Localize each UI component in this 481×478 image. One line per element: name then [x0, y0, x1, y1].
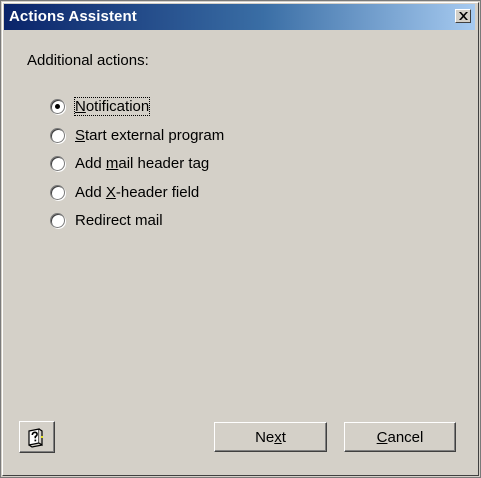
radio-label-add-mail-header-tag: Add mail header tag — [75, 154, 210, 172]
title-bar[interactable]: Actions Assistent — [4, 4, 475, 30]
cancel-button[interactable]: Cancel — [344, 422, 456, 452]
radio-button[interactable] — [50, 127, 65, 143]
radio-button[interactable] — [50, 184, 65, 200]
radio-notification[interactable]: Notification — [50, 95, 151, 117]
radio-start-external-program[interactable]: Start external program — [50, 124, 224, 146]
radio-button[interactable] — [50, 212, 65, 228]
radio-add-x-header-field[interactable]: Add X-header field — [50, 181, 199, 203]
radio-label-add-x-header-field: Add X-header field — [75, 183, 200, 201]
cancel-button-label: Cancel — [376, 428, 424, 446]
radio-redirect-mail[interactable]: Redirect mail — [50, 209, 163, 231]
help-book-icon — [28, 428, 43, 448]
radio-label-redirect-mail: Redirect mail — [75, 211, 163, 229]
dialog-window: Actions Assistent Additional actions: No… — [0, 0, 481, 478]
additional-actions-label: Additional actions: — [27, 52, 149, 69]
next-button[interactable]: Next — [214, 422, 327, 452]
radio-add-mail-header-tag[interactable]: Add mail header tag — [50, 152, 209, 174]
radio-label-start-external-program: Start external program — [75, 126, 225, 144]
next-button-label: Next — [255, 428, 286, 446]
radio-button[interactable] — [50, 155, 65, 171]
close-icon — [459, 12, 468, 20]
radio-label-notification: Notification — [73, 96, 151, 116]
radio-selected-dot — [55, 103, 60, 109]
radio-button[interactable] — [50, 98, 65, 114]
close-button[interactable] — [455, 9, 471, 23]
window-title: Actions Assistent — [9, 8, 137, 25]
window-frame — [2, 2, 479, 476]
help-button[interactable] — [19, 421, 55, 453]
